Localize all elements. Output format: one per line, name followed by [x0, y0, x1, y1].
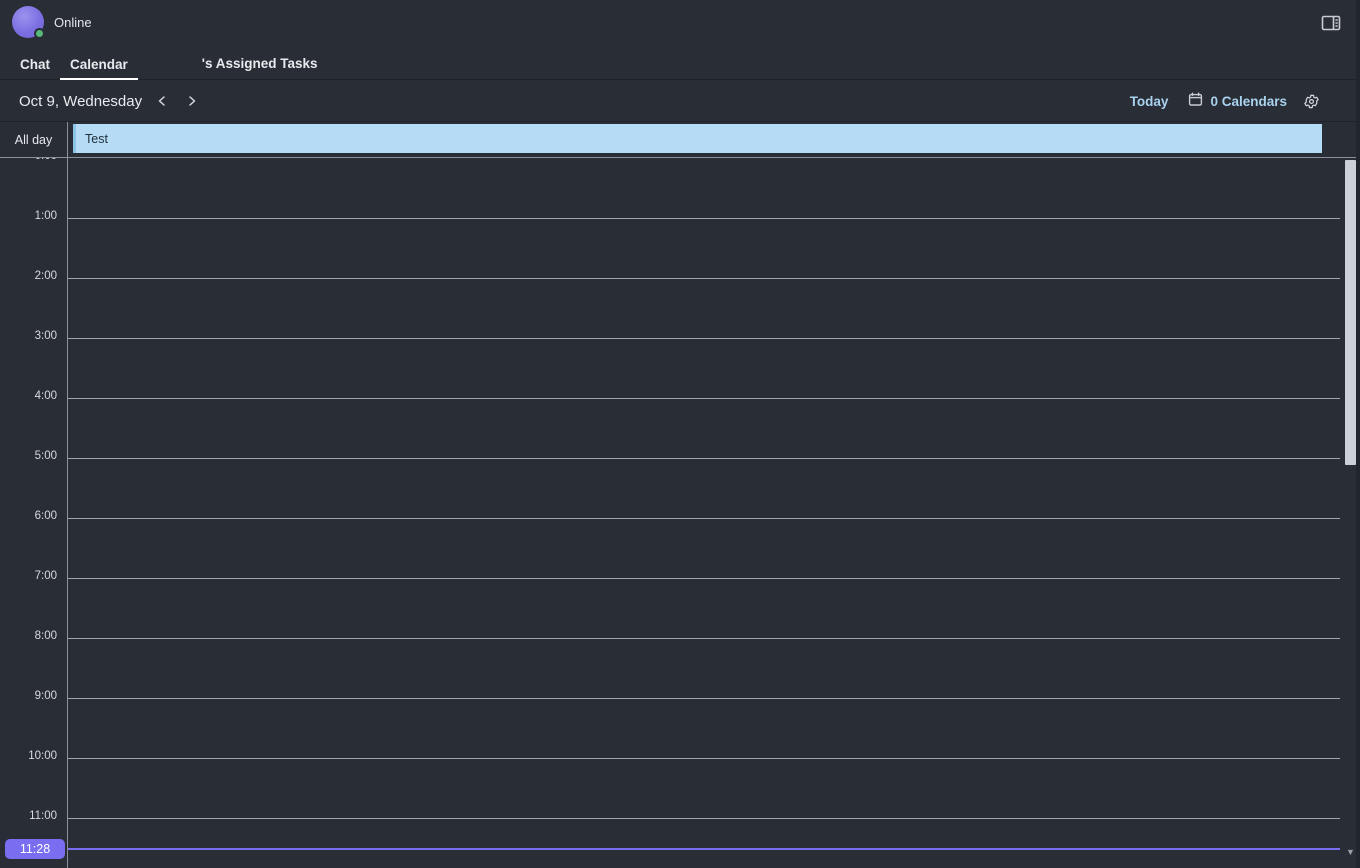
all-day-event[interactable]: Test — [73, 124, 1322, 153]
hour-label: 7:00 — [34, 570, 57, 582]
all-day-label: All day — [0, 122, 68, 158]
chevron-right-icon[interactable] — [181, 90, 203, 112]
all-day-row: All day Test — [0, 122, 1360, 158]
app-header: Online Chat Calendar 's Assigned Tasks — [0, 0, 1360, 80]
current-time-line — [68, 848, 1340, 850]
hour-row[interactable]: 6:00 — [0, 510, 1360, 578]
scrollbar-thumb[interactable] — [1345, 160, 1356, 465]
calendars-button[interactable]: 0 Calendars — [1188, 92, 1287, 110]
tab-chat[interactable]: Chat — [10, 57, 60, 80]
hour-gutter: 4:00 — [0, 390, 68, 458]
avatar[interactable] — [12, 6, 45, 39]
hour-row[interactable]: 5:00 — [0, 450, 1360, 518]
hour-cell[interactable] — [68, 218, 1340, 278]
toolbar-actions: Today 0 Calendars — [1122, 92, 1360, 111]
hour-gutter: 10:00 — [0, 750, 68, 818]
date-navigation — [151, 90, 203, 112]
gear-icon[interactable] — [1303, 93, 1320, 110]
hour-row[interactable]: 0:00 — [0, 158, 1360, 218]
hour-label: 5:00 — [34, 450, 57, 462]
scroll-down-arrow-icon[interactable]: ▼ — [1346, 848, 1355, 858]
all-day-event-title: Test — [85, 131, 108, 146]
hour-row[interactable]: 3:00 — [0, 330, 1360, 398]
calendar-toolbar: Oct 9, Wednesday Today 0 Calendars — [0, 81, 1360, 122]
hour-cell[interactable] — [68, 638, 1340, 698]
hour-row[interactable]: 8:00 — [0, 630, 1360, 698]
hour-cell[interactable] — [68, 278, 1340, 338]
hour-cell[interactable] — [68, 518, 1340, 578]
current-time-badge: 11:28 — [5, 839, 65, 859]
all-day-lane[interactable]: Test — [68, 122, 1360, 158]
hour-row[interactable]: 4:00 — [0, 390, 1360, 458]
hour-cell[interactable] — [68, 818, 1340, 868]
hour-gutter: 0:00 — [0, 158, 68, 218]
hour-gutter: 8:00 — [0, 630, 68, 698]
time-grid-rows: 0:00 1:00 2:00 3:00 4:00 5:00 6:00 7:00 8:00 9:00… — [0, 158, 1360, 868]
hour-gutter: 6:00 — [0, 510, 68, 578]
calendars-count-label: 0 Calendars — [1210, 93, 1287, 109]
hour-row[interactable]: 10:00 — [0, 750, 1360, 818]
today-button[interactable]: Today — [1122, 92, 1177, 111]
hour-gutter: 3:00 — [0, 330, 68, 398]
hour-label: 10:00 — [28, 750, 57, 762]
tab-assigned-tasks-label: 's Assigned Tasks — [201, 56, 318, 71]
hour-row[interactable]: 11:00 — [0, 810, 1360, 868]
tab-calendar[interactable]: Calendar — [60, 57, 138, 80]
user-text-block: Online — [54, 14, 192, 31]
hour-cell[interactable] — [68, 758, 1340, 818]
hour-label: 2:00 — [34, 270, 57, 282]
hour-cell[interactable] — [68, 338, 1340, 398]
tab-assigned-tasks-username — [148, 57, 202, 72]
hour-label: 0:00 — [35, 158, 57, 162]
hour-label: 1:00 — [34, 210, 57, 222]
hour-cell[interactable] — [68, 158, 1340, 218]
hour-label: 3:00 — [34, 330, 57, 342]
hour-cell[interactable] — [68, 398, 1340, 458]
hour-cell[interactable] — [68, 458, 1340, 518]
user-identity: Online — [12, 6, 192, 39]
user-status: Online — [54, 14, 92, 30]
tab-bar: Chat Calendar 's Assigned Tasks — [0, 48, 328, 80]
tab-chat-label: Chat — [20, 57, 50, 72]
sidebar-panel-icon[interactable] — [1320, 13, 1342, 33]
hour-label: 9:00 — [34, 690, 57, 702]
chevron-left-icon[interactable] — [151, 90, 173, 112]
hour-gutter: 1:00 — [0, 210, 68, 278]
tab-assigned-tasks[interactable]: 's Assigned Tasks — [138, 56, 328, 80]
vertical-scrollbar[interactable]: ▼ — [1345, 158, 1356, 858]
hour-label: 6:00 — [34, 510, 57, 522]
hour-gutter: 9:00 — [0, 690, 68, 758]
hour-row[interactable]: 2:00 — [0, 270, 1360, 338]
tab-calendar-label: Calendar — [70, 57, 128, 72]
hour-row[interactable]: 7:00 — [0, 570, 1360, 638]
hour-gutter: 5:00 — [0, 450, 68, 518]
hour-cell[interactable] — [68, 698, 1340, 758]
hour-gutter: 7:00 — [0, 570, 68, 638]
hour-row[interactable]: 1:00 — [0, 210, 1360, 278]
hour-label: 4:00 — [34, 390, 57, 402]
hour-row[interactable]: 9:00 — [0, 690, 1360, 758]
online-dot-icon — [34, 28, 45, 39]
hour-label: 11:00 — [29, 810, 57, 822]
current-date-title: Oct 9, Wednesday — [19, 92, 143, 110]
time-grid: 0:00 1:00 2:00 3:00 4:00 5:00 6:00 7:00 8:00 9:00… — [0, 158, 1360, 868]
calendar-icon — [1188, 92, 1203, 110]
right-edge-rail — [1356, 0, 1360, 868]
hour-cell[interactable] — [68, 578, 1340, 638]
calendar-app: Online Chat Calendar 's Assigned Tasks O… — [0, 0, 1360, 868]
hour-gutter: 2:00 — [0, 270, 68, 338]
hour-label: 8:00 — [34, 630, 57, 642]
